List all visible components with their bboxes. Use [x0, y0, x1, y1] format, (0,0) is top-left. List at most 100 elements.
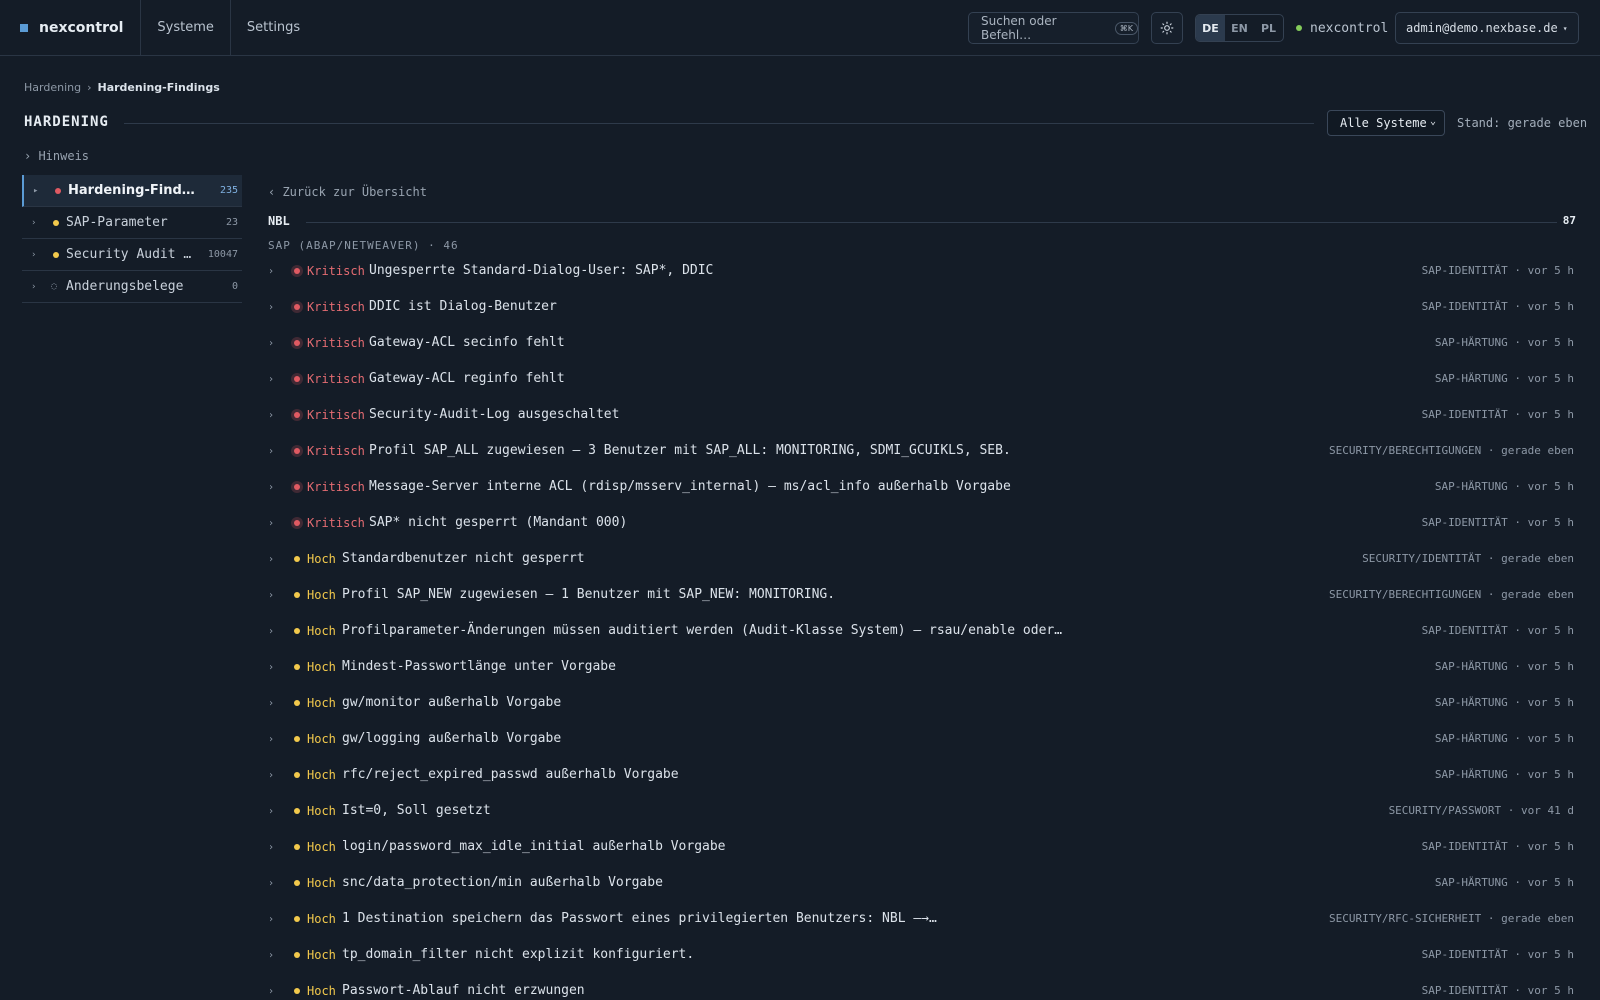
- finding-row[interactable]: › Hoch 1 Destination speichern das Passwor…: [268, 901, 1574, 937]
- chevron-right-icon: ›: [268, 445, 275, 457]
- sidebar-item-aenderungsbelege[interactable]: › ◌ Änderungsbelege 0: [22, 271, 242, 303]
- group-label: SAP (ABAP/NETWEAVER) · 46: [268, 239, 459, 252]
- finding-meta: SAP-IDENTITÄT · vor 5 h: [1421, 264, 1574, 277]
- system-filter-select[interactable]: Alle Systeme ⌄: [1327, 110, 1445, 136]
- finding-row[interactable]: › Hoch snc/data_protection/min außerhalb V…: [268, 865, 1574, 901]
- chevron-right-icon: ›: [268, 337, 275, 349]
- hint-toggle[interactable]: › Hinweis: [24, 149, 89, 163]
- warning-dot-icon: [53, 251, 59, 258]
- nav-settings[interactable]: Settings: [231, 0, 316, 56]
- search-input[interactable]: Suchen oder Befehl… ⌘K: [968, 12, 1139, 44]
- finding-row[interactable]: › Kritisch Ungesperrte Standard-Dialog-Use…: [268, 253, 1574, 289]
- finding-title: login/password_max_idle_initial außerhal…: [342, 839, 726, 854]
- breadcrumb: Hardening › Hardening-Findings: [24, 81, 220, 94]
- chevron-right-icon: ›: [268, 553, 275, 565]
- caret-down-icon: ▾: [1562, 23, 1568, 33]
- finding-meta: SAP-HÄRTUNG · vor 5 h: [1434, 696, 1574, 709]
- severity-dot-icon: [294, 376, 300, 382]
- nav-systeme[interactable]: Systeme: [141, 0, 231, 56]
- severity-dot-icon: [294, 916, 300, 922]
- finding-meta: SECURITY/IDENTITÄT · gerade eben: [1362, 552, 1574, 565]
- loading-icon: ◌: [51, 281, 58, 292]
- severity-dot-icon: [294, 520, 300, 526]
- brand-name: nexcontrol: [39, 19, 124, 36]
- chevron-right-icon: ›: [268, 985, 275, 997]
- severity-dot-icon: [294, 556, 300, 562]
- finding-row[interactable]: › Kritisch SAP* nicht gesperrt (Mandant 00…: [268, 505, 1574, 541]
- chevron-right-icon: ›: [268, 805, 275, 817]
- finding-row[interactable]: › Hoch gw/logging außerhalb Vorgabe SAP-HÄR…: [268, 721, 1574, 757]
- severity-label: Hoch: [307, 624, 336, 638]
- finding-meta: SAP-IDENTITÄT · vor 5 h: [1421, 300, 1574, 313]
- finding-title: Profil SAP_ALL zugewiesen — 3 Benutzer m…: [369, 443, 1011, 458]
- lang-de[interactable]: DE: [1196, 15, 1225, 41]
- finding-row[interactable]: › Hoch gw/monitor außerhalb Vorgabe SAP-HÄR…: [268, 685, 1574, 721]
- finding-meta: SAP-HÄRTUNG · vor 5 h: [1434, 372, 1574, 385]
- finding-row[interactable]: › Hoch Profil SAP_NEW zugewiesen — 1 Benut…: [268, 577, 1574, 613]
- finding-row[interactable]: › Kritisch Profil SAP_ALL zugewiesen — 3 B…: [268, 433, 1574, 469]
- finding-row[interactable]: › Hoch login/password_max_idle_initial auß…: [268, 829, 1574, 865]
- finding-row[interactable]: › Hoch tp_domain_filter nicht explizit kon…: [268, 937, 1574, 973]
- finding-row[interactable]: › Hoch Mindest-Passwortlänge unter Vorgabe…: [268, 649, 1574, 685]
- severity-dot-icon: [294, 736, 300, 742]
- chevron-right-icon: ›: [87, 81, 92, 94]
- severity-label: Kritisch: [307, 480, 365, 494]
- sidebar-item-security-audit-log[interactable]: › Security Audit Log 10047: [22, 239, 242, 271]
- sidebar-item-count: 23: [225, 217, 238, 228]
- sidebar-item-label: Security Audit Log: [66, 247, 194, 262]
- finding-title: rfc/reject_expired_passwd außerhalb Vorg…: [342, 767, 679, 782]
- finding-title: gw/logging außerhalb Vorgabe: [342, 731, 562, 746]
- finding-row[interactable]: › Hoch rfc/reject_expired_passwd außerhalb…: [268, 757, 1574, 793]
- severity-label: Kritisch: [307, 516, 365, 530]
- brand[interactable]: nexcontrol: [0, 0, 142, 56]
- finding-title: Gateway-ACL reginfo fehlt: [369, 371, 565, 386]
- chevron-right-icon: ›: [268, 625, 275, 637]
- lang-en[interactable]: EN: [1225, 15, 1254, 41]
- finding-title: Passwort-Ablauf nicht erzwungen: [342, 983, 585, 998]
- finding-title: Security-Audit-Log ausgeschaltet: [369, 407, 620, 422]
- sidebar-item-sap-parameter[interactable]: › SAP-Parameter 23: [22, 207, 242, 239]
- lang-pl[interactable]: PL: [1254, 15, 1283, 41]
- finding-title: Mindest-Passwortlänge unter Vorgabe: [342, 659, 616, 674]
- chevron-right-icon: ›: [268, 697, 275, 709]
- finding-row[interactable]: › Hoch Ist=0, Soll gesetzt SECURITY/PASSWOR…: [268, 793, 1574, 829]
- finding-row[interactable]: › Kritisch DDIC ist Dialog-Benutzer SAP-IDE…: [268, 289, 1574, 325]
- severity-dot-icon: [294, 592, 300, 598]
- severity-label: Kritisch: [307, 336, 365, 350]
- finding-row[interactable]: › Kritisch Gateway-ACL secinfo fehlt SAP-HÄ…: [268, 325, 1574, 361]
- severity-dot-icon: [294, 988, 300, 994]
- severity-label: Hoch: [307, 876, 336, 890]
- severity-label: Kritisch: [307, 372, 365, 386]
- critical-dot-icon: [55, 187, 61, 194]
- finding-row[interactable]: › Hoch Standardbenutzer nicht gesperrt SECU…: [268, 541, 1574, 577]
- finding-meta: SAP-HÄRTUNG · vor 5 h: [1434, 336, 1574, 349]
- system-filter-value: Alle Systeme: [1340, 116, 1427, 130]
- severity-dot-icon: [294, 448, 300, 454]
- finding-row[interactable]: › Hoch Passwort-Ablauf nicht erzwungen SAP-…: [268, 973, 1574, 1000]
- finding-meta: SECURITY/RFC-SICHERHEIT · gerade eben: [1328, 912, 1574, 925]
- finding-row[interactable]: › Kritisch Gateway-ACL reginfo fehlt SAP-HÄ…: [268, 361, 1574, 397]
- language-switcher: DE EN PL: [1195, 14, 1284, 42]
- finding-row[interactable]: › Kritisch Security-Audit-Log ausgeschalte…: [268, 397, 1574, 433]
- finding-title: DDIC ist Dialog-Benutzer: [369, 299, 557, 314]
- connection-status: nexcontrol: [1296, 18, 1388, 38]
- back-to-overview-link[interactable]: ‹ Zurück zur Übersicht: [268, 185, 427, 199]
- chevron-right-icon: ›: [268, 589, 275, 601]
- chevron-right-icon: ›: [268, 265, 275, 277]
- severity-label: Kritisch: [307, 300, 365, 314]
- warning-dot-icon: [53, 219, 59, 226]
- severity-label: Hoch: [307, 840, 336, 854]
- sidebar-item-count: 0: [231, 281, 238, 292]
- finding-title: SAP* nicht gesperrt (Mandant 000): [369, 515, 628, 530]
- theme-toggle-button[interactable]: [1151, 12, 1183, 44]
- finding-row[interactable]: › Kritisch Message-Server interne ACL (rdi…: [268, 469, 1574, 505]
- sidebar-item-hardening-findings[interactable]: ▸ Hardening-Findings 235: [22, 175, 242, 207]
- chevron-right-icon: ›: [268, 481, 275, 493]
- finding-row[interactable]: › Hoch Profilparameter-Änderungen müssen a…: [268, 613, 1574, 649]
- finding-title: gw/monitor außerhalb Vorgabe: [342, 695, 562, 710]
- shortcut-badge: ⌘K: [1114, 21, 1138, 35]
- user-menu-button[interactable]: admin@demo.nexbase.de ▾: [1395, 12, 1579, 44]
- search-placeholder: Suchen oder Befehl…: [981, 14, 1057, 42]
- breadcrumb-root[interactable]: Hardening: [24, 81, 81, 94]
- severity-label: Hoch: [307, 768, 336, 782]
